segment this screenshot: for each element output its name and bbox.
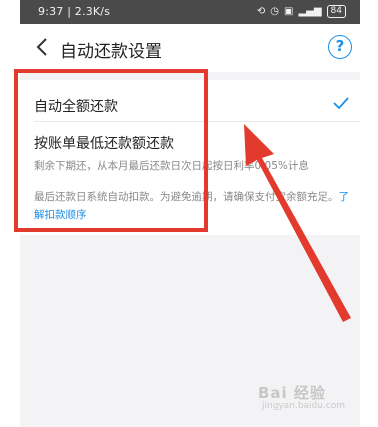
sync-icon: ⟲ [256,6,266,17]
baidu-watermark-url: jingyan.baidu.com [262,401,346,411]
alarm-icon: ◷ [270,6,280,17]
signal-icon: ▂▄▆ [298,6,322,17]
battery-indicator: 84 [326,5,346,18]
checkmark-icon [332,94,350,112]
question-circle-icon[interactable]: ? [328,35,352,59]
chevron-left-icon[interactable] [32,35,54,59]
nav-bar: 自动还款设置 ? [20,24,360,72]
status-time-speed: 9:37 | 2.3K/s [38,5,111,18]
status-icons: ⟲ ◷ ▣ ▂▄▆ 84 [257,5,346,18]
page-title: 自动还款设置 [60,42,162,62]
sim-icon: ▣ [284,6,294,17]
annotation-highlight-box [14,69,208,232]
status-bar: 9:37 | 2.3K/s ⟲ ◷ ▣ ▂▄▆ 84 [20,0,360,24]
baidu-watermark: Bai 经验 [258,384,326,402]
